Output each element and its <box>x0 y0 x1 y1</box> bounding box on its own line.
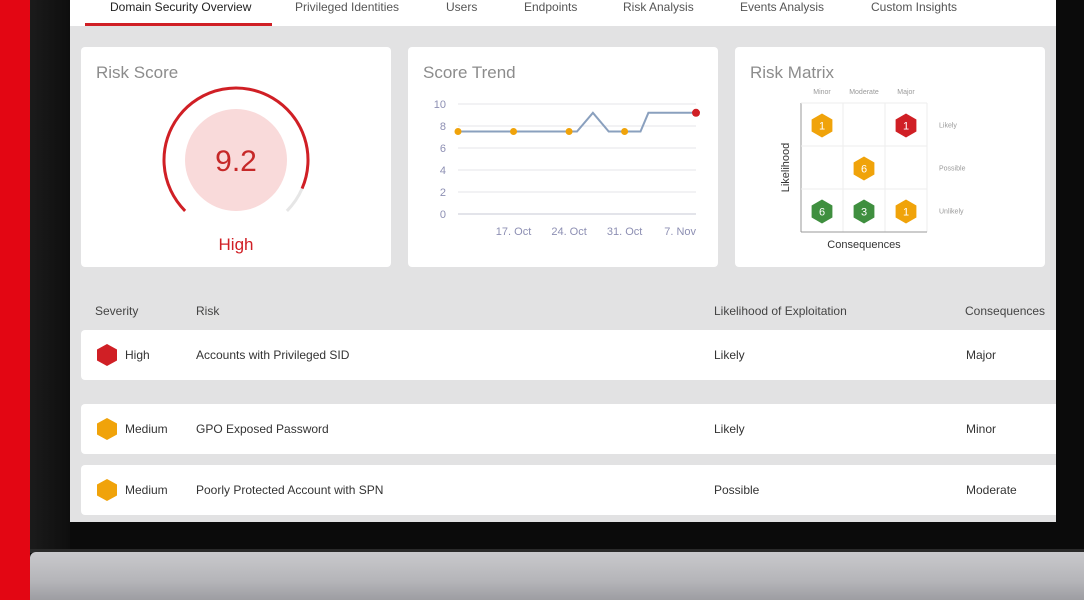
matrix-cell-count: 1 <box>903 121 909 133</box>
active-tab-indicator <box>85 23 272 26</box>
matrix-cell[interactable]: 6 <box>853 156 875 181</box>
tab-users[interactable]: Users <box>446 0 477 26</box>
tab-privileged-identities[interactable]: Privileged Identities <box>295 0 399 26</box>
table-row[interactable]: Medium GPO Exposed Password Likely Minor <box>81 404 1056 454</box>
y-tick-label: 10 <box>434 99 446 111</box>
table-row[interactable]: Medium Poorly Protected Account with SPN… <box>81 465 1056 515</box>
matrix-column-label: Moderate <box>849 89 879 96</box>
risk-table-header: Severity Risk Likelihood of Exploitation… <box>70 296 1056 324</box>
risk-score-gauge: 9.2 <box>162 86 310 212</box>
trend-line <box>458 111 696 133</box>
data-point[interactable] <box>454 128 462 135</box>
matrix-cell[interactable]: 1 <box>895 199 917 224</box>
matrix-column-label: Major <box>897 89 915 96</box>
matrix-row-label: Unlikely <box>939 209 964 216</box>
matrix-cell-count: 6 <box>819 207 825 219</box>
risk-name: Poorly Protected Account with SPN <box>196 483 384 497</box>
matrix-cell[interactable]: 1 <box>811 113 833 138</box>
consequences-value: Minor <box>966 422 997 436</box>
y-tick-label: 8 <box>440 121 446 133</box>
matrix-row-label: Likely <box>939 123 957 130</box>
data-point[interactable] <box>510 128 518 135</box>
y-tick-label: 4 <box>440 165 446 177</box>
gauge-track <box>285 187 304 212</box>
risk-score-card: Risk Score 9.2 High <box>81 47 391 267</box>
severity-label: Medium <box>125 422 168 436</box>
tab-endpoints[interactable]: Endpoints <box>524 0 577 26</box>
score-trend-card: Score Trend 0 2 4 6 8 10 17. Oct 24. Oct 31. Oct… <box>408 47 718 267</box>
matrix-x-axis-label: Consequences <box>827 239 901 251</box>
severity-hexagon-icon <box>97 344 117 366</box>
severity-label: High <box>125 348 150 362</box>
likelihood-value: Likely <box>714 348 745 362</box>
header-severity[interactable]: Severity <box>95 304 138 318</box>
y-tick-label: 2 <box>440 187 446 199</box>
consequences-value: Moderate <box>966 483 1017 497</box>
red-edge-frame <box>0 0 30 600</box>
risk-name: Accounts with Privileged SID <box>196 348 350 362</box>
matrix-cell-count: 6 <box>861 164 867 176</box>
table-row[interactable]: High Accounts with Privileged SID Likely… <box>81 330 1056 380</box>
matrix-column-label: Minor <box>813 89 831 96</box>
severity-hexagon-icon <box>97 479 117 501</box>
header-likelihood[interactable]: Likelihood of Exploitation <box>714 304 847 318</box>
tab-bar: Domain Security Overview Privileged Iden… <box>70 0 1056 26</box>
likelihood-value: Possible <box>714 483 760 497</box>
tab-custom-insights[interactable]: Custom Insights <box>871 0 957 26</box>
matrix-row-label: Possible <box>939 166 966 173</box>
tab-risk-analysis[interactable]: Risk Analysis <box>623 0 694 26</box>
x-tick-label: 31. Oct <box>607 226 642 238</box>
severity-label: Medium <box>125 483 168 497</box>
severity-hexagon-icon <box>97 418 117 440</box>
data-point[interactable] <box>692 108 700 117</box>
score-trend-chart: 0 2 4 6 8 10 17. Oct 24. Oct 31. Oct 7. Nov <box>434 99 700 238</box>
matrix-cell-count: 3 <box>861 207 867 219</box>
laptop-base <box>30 552 1084 600</box>
matrix-cell[interactable]: 1 <box>895 113 917 138</box>
data-point[interactable] <box>565 128 573 135</box>
likelihood-value: Likely <box>714 422 745 436</box>
consequences-value: Major <box>966 348 997 362</box>
risk-matrix-card: Risk Matrix Minor Moderate Major Likely Poss… <box>735 47 1045 267</box>
header-consequences[interactable]: Consequences <box>965 304 1045 318</box>
data-point[interactable] <box>621 128 629 135</box>
dashboard-screen: Domain Security Overview Privileged Iden… <box>70 0 1056 522</box>
tab-events-analysis[interactable]: Events Analysis <box>740 0 824 26</box>
y-tick-label: 0 <box>440 209 446 221</box>
risk-matrix-grid: Minor Moderate Major Likely Possible Unlikely… <box>780 89 966 251</box>
matrix-cell[interactable]: 3 <box>853 199 875 224</box>
x-tick-label: 17. Oct <box>496 226 531 238</box>
matrix-cell-count: 1 <box>903 207 909 219</box>
screen-bezel <box>30 0 70 552</box>
risk-name: GPO Exposed Password <box>196 422 329 436</box>
x-tick-label: 7. Nov <box>664 226 696 238</box>
y-tick-label: 6 <box>440 143 446 155</box>
matrix-cell-count: 1 <box>819 121 825 133</box>
risk-score-value: 9.2 <box>215 145 257 178</box>
header-risk[interactable]: Risk <box>196 304 219 318</box>
x-tick-label: 24. Oct <box>551 226 586 238</box>
risk-level-label: High <box>218 235 254 254</box>
matrix-y-axis-label: Likelihood <box>780 143 792 193</box>
matrix-cell[interactable]: 6 <box>811 199 833 224</box>
